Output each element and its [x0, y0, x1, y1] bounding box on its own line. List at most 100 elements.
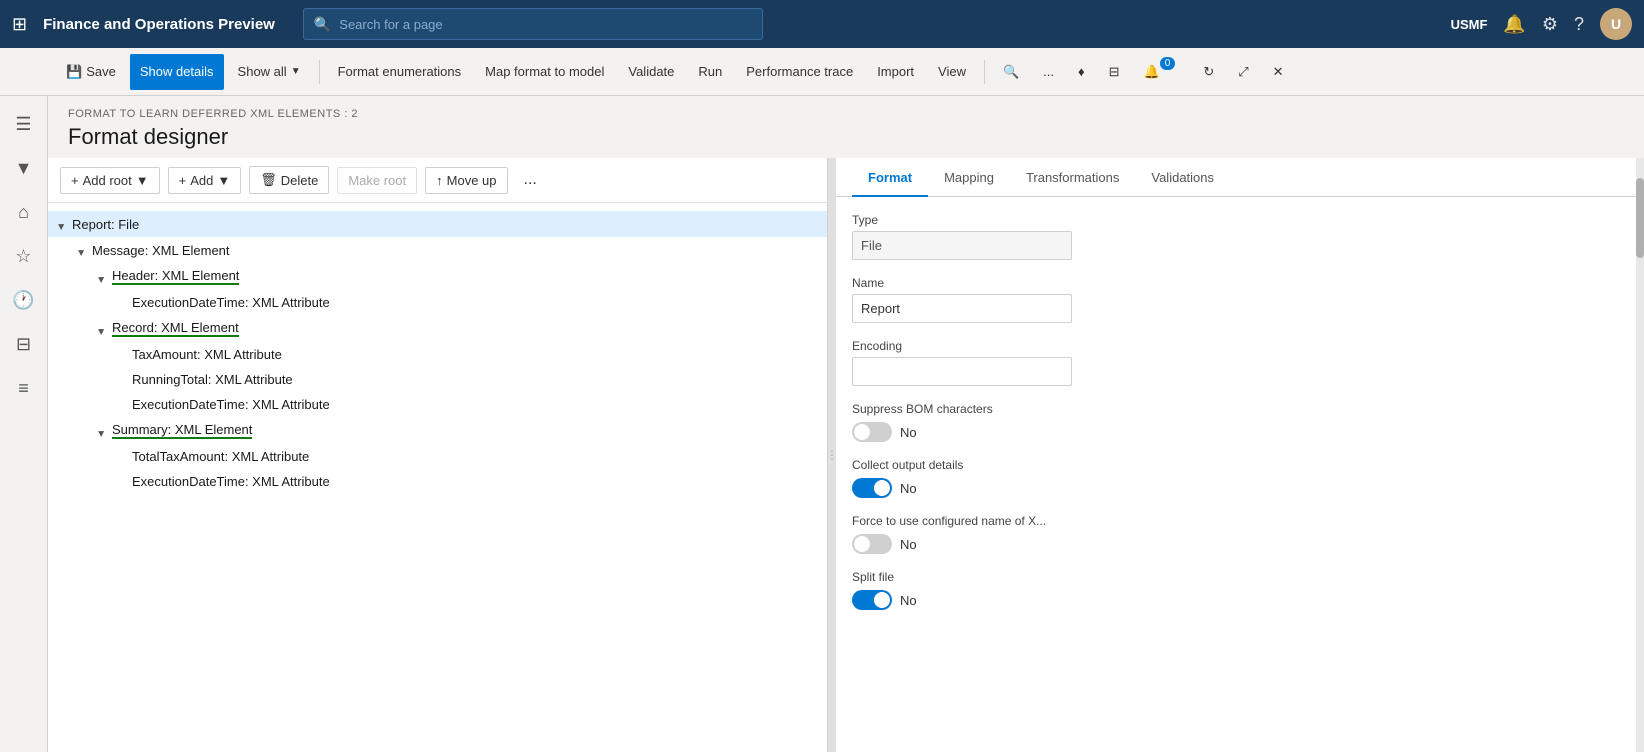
add-root-chevron: ▼ [136, 173, 149, 188]
suppress-bom-toggle[interactable] [852, 422, 892, 442]
help-icon[interactable]: ? [1574, 14, 1584, 35]
nav-user: USMF [1451, 17, 1488, 32]
sidebar-item-favorites[interactable]: ☆ [4, 236, 44, 276]
search-icon: 🔍 [314, 16, 331, 33]
tree-item[interactable]: ◄Report: File [48, 211, 827, 237]
refresh-button[interactable]: ↻ [1193, 54, 1224, 90]
delete-icon: 🗑 [260, 172, 277, 188]
expand-icon[interactable]: ◄ [76, 242, 92, 258]
split-file-field: Split file No [852, 570, 1628, 610]
right-scrollbar[interactable] [1636, 158, 1644, 752]
tab-transformations[interactable]: Transformations [1010, 158, 1135, 197]
name-field: Name [852, 276, 1628, 323]
tab-validations[interactable]: Validations [1135, 158, 1230, 197]
import-button[interactable]: Import [867, 54, 924, 90]
move-up-button[interactable]: ↑ Move up [425, 167, 507, 194]
props-tabs: Format Mapping Transformations Validatio… [836, 158, 1644, 197]
tree-item-label: RunningTotal: XML Attribute [132, 372, 293, 387]
avatar[interactable]: U [1600, 8, 1632, 40]
grid-icon[interactable]: ⊞ [12, 14, 27, 35]
view-button[interactable]: View [928, 54, 976, 90]
add-root-button[interactable]: + Add root ▼ [60, 167, 160, 194]
split-file-value: No [900, 593, 917, 608]
tree-item[interactable]: ◄Header: XML Element [48, 263, 827, 290]
tree-item-label: TaxAmount: XML Attribute [132, 347, 282, 362]
add-chevron: ▼ [217, 173, 230, 188]
tree-more-button[interactable]: ... [516, 166, 545, 194]
validate-button[interactable]: Validate [618, 54, 684, 90]
sidebar: ☰ ▼ ⌂ ☆ 🕐 ⊟ ≡ [0, 96, 48, 752]
resize-handle[interactable]: ⋮ [828, 158, 836, 752]
tree-item-label: ExecutionDateTime: XML Attribute [132, 397, 330, 412]
tree-item[interactable]: TotalTaxAmount: XML Attribute [48, 444, 827, 469]
expand-button[interactable]: ⤢ [1228, 54, 1258, 90]
sidebar-item-recent[interactable]: 🕐 [4, 280, 44, 320]
more-button[interactable]: 🔍 [993, 54, 1029, 90]
tree-item-label: Report: File [72, 217, 139, 232]
gear-icon[interactable]: ⚙ [1542, 14, 1558, 35]
tree-item[interactable]: ExecutionDateTime: XML Attribute [48, 469, 827, 494]
sidebar-item-home[interactable]: ⌂ [4, 192, 44, 232]
add-button[interactable]: + Add ▼ [168, 167, 242, 194]
scrollbar-thumb[interactable] [1636, 178, 1644, 258]
map-format-button[interactable]: Map format to model [475, 54, 614, 90]
tree-item[interactable]: ExecutionDateTime: XML Attribute [48, 290, 827, 315]
performance-trace-button[interactable]: Performance trace [736, 54, 863, 90]
extra-menu-button[interactable]: ... [1033, 54, 1064, 90]
collect-output-label: Collect output details [852, 458, 1628, 472]
search-input[interactable] [339, 17, 752, 32]
tree-item[interactable]: RunningTotal: XML Attribute [48, 367, 827, 392]
add-root-icon: + [71, 173, 79, 188]
badge-button[interactable]: 🔔0 [1134, 54, 1190, 90]
make-root-button[interactable]: Make root [337, 167, 417, 194]
expand-icon[interactable]: ◄ [96, 269, 112, 285]
save-button[interactable]: 💾 Save [56, 54, 126, 90]
page-content: FORMAT TO LEARN DEFERRED XML ELEMENTS : … [48, 96, 1644, 752]
split-file-toggle[interactable] [852, 590, 892, 610]
tree-item[interactable]: TaxAmount: XML Attribute [48, 342, 827, 367]
tree-toolbar: + Add root ▼ + Add ▼ 🗑 Delete Make ro [48, 158, 827, 203]
force-name-value: No [900, 537, 917, 552]
encoding-label: Encoding [852, 339, 1628, 353]
encoding-field: Encoding [852, 339, 1628, 386]
expand-icon[interactable]: ◄ [56, 216, 72, 232]
delete-button[interactable]: 🗑 Delete [249, 166, 329, 194]
tab-format[interactable]: Format [852, 158, 928, 197]
sidebar-item-list[interactable]: ≡ [4, 368, 44, 408]
sidebar-item-workspace[interactable]: ⊟ [4, 324, 44, 364]
sidebar-item-menu[interactable]: ☰ [4, 104, 44, 144]
add-icon: + [179, 173, 187, 188]
tree-item[interactable]: ExecutionDateTime: XML Attribute [48, 392, 827, 417]
show-details-button[interactable]: Show details [130, 54, 224, 90]
show-all-chevron: ▼ [291, 66, 301, 77]
tree-item[interactable]: ◄Record: XML Element [48, 315, 827, 342]
show-all-button[interactable]: Show all ▼ [228, 54, 311, 90]
name-input[interactable] [852, 294, 1072, 323]
stack-button[interactable]: ⊟ [1099, 54, 1130, 90]
run-button[interactable]: Run [688, 54, 732, 90]
tab-mapping[interactable]: Mapping [928, 158, 1010, 197]
tree-item[interactable]: ◄Summary: XML Element [48, 417, 827, 444]
page-title: Format designer [68, 124, 1624, 150]
expand-icon[interactable]: ◄ [96, 321, 112, 337]
move-up-icon: ↑ [436, 173, 443, 188]
tree-content: ◄Report: File◄Message: XML Element◄Heade… [48, 203, 827, 752]
main-layout: ☰ ▼ ⌂ ☆ 🕐 ⊟ ≡ FORMAT TO LEARN DEFERRED X… [0, 96, 1644, 752]
type-input[interactable] [852, 231, 1072, 260]
encoding-input[interactable] [852, 357, 1072, 386]
collect-output-toggle[interactable] [852, 478, 892, 498]
force-name-toggle[interactable] [852, 534, 892, 554]
close-button[interactable]: ✕ [1263, 54, 1294, 90]
designer-area: + Add root ▼ + Add ▼ 🗑 Delete Make ro [48, 158, 1644, 752]
sidebar-item-filter[interactable]: ▼ [4, 148, 44, 188]
bell-icon[interactable]: 🔔 [1503, 14, 1525, 35]
tree-item-label: ExecutionDateTime: XML Attribute [132, 474, 330, 489]
format-enumerations-button[interactable]: Format enumerations [328, 54, 472, 90]
expand-icon[interactable]: ◄ [96, 423, 112, 439]
tree-item-label: Summary: XML Element [112, 422, 252, 439]
search-bar[interactable]: 🔍 [303, 8, 763, 40]
search-icon-toolbar: 🔍 [1003, 64, 1019, 80]
nav-right: USMF 🔔 ⚙ ? U [1451, 8, 1632, 40]
tree-item[interactable]: ◄Message: XML Element [48, 237, 827, 263]
diamond-button[interactable]: ♦ [1068, 54, 1095, 90]
